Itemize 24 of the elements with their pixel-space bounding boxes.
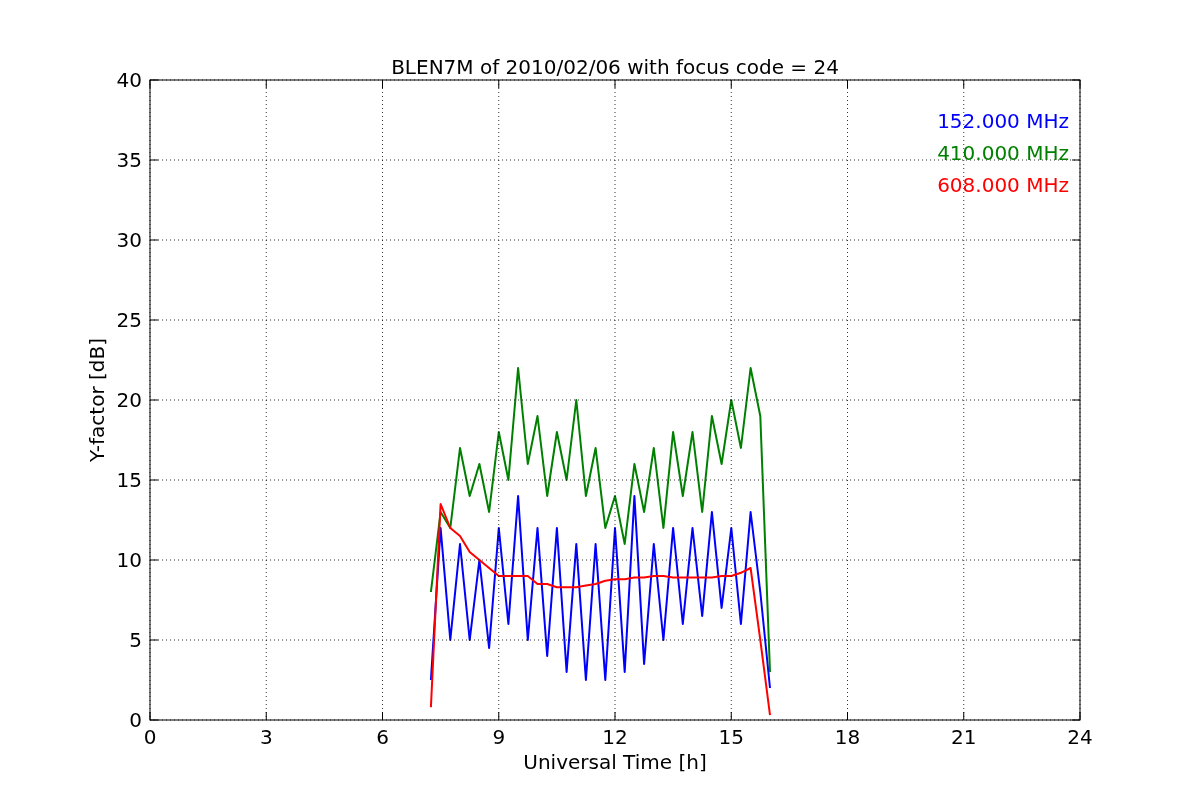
x-axis-label: Universal Time [h]	[523, 750, 707, 774]
y-tick-label: 0	[129, 708, 142, 732]
x-tick-label: 3	[259, 725, 273, 749]
x-tick-label: 6	[376, 725, 389, 749]
y-tick-label: 40	[116, 68, 142, 92]
y-tick-label: 30	[116, 228, 142, 252]
legend-label: 608.000 MHz	[937, 173, 1069, 197]
y-tick-label: 20	[116, 388, 142, 412]
y-tick-label: 5	[129, 628, 142, 652]
y-tick-label: 15	[116, 468, 142, 492]
x-tick-label: 24	[1067, 725, 1093, 749]
x-tick-label: 18	[834, 725, 861, 749]
y-axis-label: Y-factor [dB]	[85, 338, 109, 462]
x-tick-label: 12	[602, 725, 628, 749]
x-tick-label: 0	[143, 725, 157, 749]
chart-title: BLEN7M of 2010/02/06 with focus code = 24	[391, 55, 839, 79]
legend-label: 152.000 MHz	[937, 109, 1069, 133]
x-tick-label: 9	[492, 725, 506, 749]
y-tick-label: 35	[116, 148, 142, 172]
x-tick-label: 21	[951, 725, 977, 749]
y-tick-label: 10	[116, 548, 142, 572]
legend-label: 410.000 MHz	[937, 141, 1069, 165]
x-tick-label: 15	[718, 725, 744, 749]
y-tick-label: 25	[116, 308, 142, 332]
